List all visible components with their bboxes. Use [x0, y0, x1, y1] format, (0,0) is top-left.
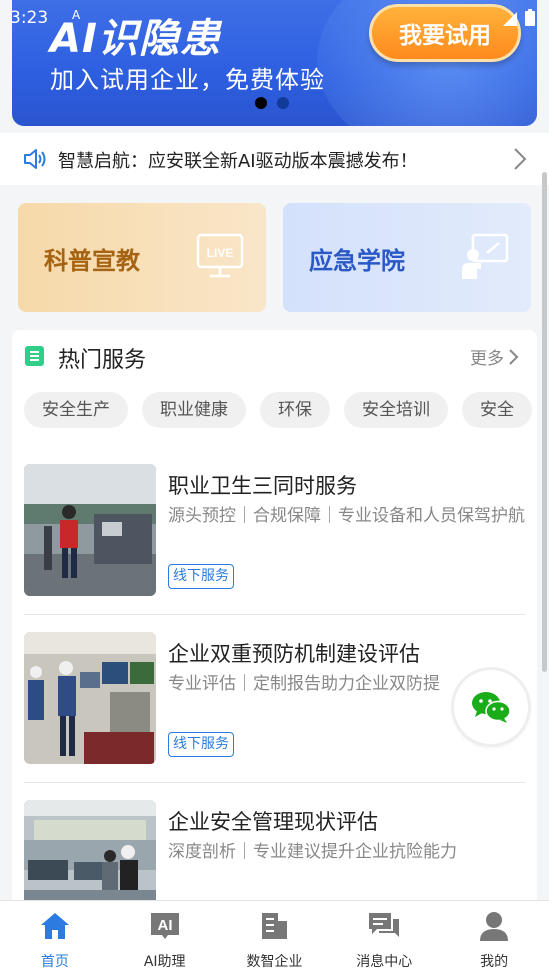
tab-ai-assistant[interactable]: AI AI助理: [110, 901, 220, 976]
banner-pagination: [255, 97, 289, 109]
service-desc: 专业评估｜定制报告助力企业双防提: [168, 674, 440, 694]
chevron-right-icon: [509, 348, 519, 365]
service-tag: 线下服务: [168, 732, 234, 757]
announcement-bar[interactable]: 智慧启航：应安联全新AI驱动版本震撼发布！: [0, 133, 549, 185]
card-label: 应急学院: [309, 247, 405, 275]
service-desc: 深度剖析｜专业建议提升企业抗险能力: [168, 842, 457, 862]
service-photo: [24, 464, 156, 596]
service-item[interactable]: 企业安全管理现状评估 深度剖析｜专业建议提升企业抗险能力: [24, 800, 526, 900]
speaker-icon: [24, 149, 46, 169]
svg-text:AI: AI: [157, 917, 172, 934]
teacher-board-icon: [462, 233, 509, 279]
more-link[interactable]: 更多: [470, 344, 519, 369]
service-tag: 线下服务: [168, 564, 234, 589]
building-icon: [262, 913, 288, 939]
service-name: 职业卫生三同时服务: [168, 474, 357, 498]
chip-safety-partial[interactable]: 安全: [462, 392, 532, 428]
status-bar: 3:23 A: [0, 0, 549, 36]
service-name: 企业安全管理现状评估: [168, 810, 378, 834]
tab-label: 首页: [40, 954, 69, 970]
tab-label: 我的: [480, 954, 509, 970]
hot-services-section: 热门服务 更多 安全生产 职业健康 环保 安全培训 安全 职业卫生三同时服务 源…: [12, 330, 537, 900]
status-time: 3:23: [10, 8, 49, 28]
emergency-academy-card[interactable]: 应急学院: [283, 203, 531, 312]
tab-profile[interactable]: 我的: [439, 901, 549, 976]
service-photo: [24, 800, 156, 900]
service-item[interactable]: 企业双重预防机制建设评估 专业评估｜定制报告助力企业双防提 线下服务: [24, 632, 526, 782]
service-name: 企业双重预防机制建设评估: [168, 642, 420, 666]
chip-environment[interactable]: 环保: [260, 392, 330, 428]
message-icon: [369, 913, 400, 937]
section-title: 热门服务: [58, 348, 147, 373]
service-desc: 源头预控｜合规保障｜专业设备和人员保驾护航: [168, 506, 525, 526]
category-chips: 安全生产 职业健康 环保 安全培训 安全: [24, 392, 532, 428]
divider: [24, 782, 526, 783]
chip-safety-production[interactable]: 安全生产: [24, 392, 128, 428]
scrollbar[interactable]: [542, 172, 547, 672]
banner-subtitle: 加入试用企业，免费体验: [50, 66, 325, 94]
tab-home[interactable]: 首页: [0, 901, 110, 976]
more-label: 更多: [470, 349, 504, 369]
chip-occupational-health[interactable]: 职业健康: [142, 392, 246, 428]
tab-label: 消息中心: [356, 954, 413, 970]
wechat-contact-button[interactable]: [454, 670, 528, 744]
tv-live-icon: LIVE: [196, 233, 244, 278]
tab-message-center[interactable]: 消息中心: [329, 901, 439, 976]
ai-icon: AI: [150, 913, 179, 939]
svg-text:LIVE: LIVE: [207, 246, 234, 260]
pagination-dot[interactable]: [277, 97, 289, 109]
list-icon: [25, 346, 44, 366]
bottom-tab-bar: 首页 AI AI助理 数智企业 消息中心 我的: [0, 900, 549, 976]
status-notification-icon: A: [72, 8, 81, 22]
tab-label: 数智企业: [246, 954, 303, 970]
card-label: 科普宣教: [44, 247, 140, 275]
science-education-card[interactable]: 科普宣教 LIVE: [18, 203, 266, 312]
wechat-icon: [472, 692, 511, 723]
divider: [24, 614, 526, 615]
chevron-right-icon[interactable]: [513, 147, 527, 171]
service-photo: [24, 632, 156, 764]
service-item[interactable]: 职业卫生三同时服务 源头预控｜合规保障｜专业设备和人员保驾护航 线下服务: [24, 464, 526, 614]
pagination-dot-active[interactable]: [255, 97, 267, 109]
tab-label: AI助理: [143, 954, 186, 970]
announcement-text: 智慧启航：应安联全新AI驱动版本震撼发布！: [58, 151, 418, 172]
tab-smart-enterprise[interactable]: 数智企业: [220, 901, 330, 976]
home-icon: [40, 913, 69, 939]
battery-signal-icon: [503, 9, 535, 26]
chip-safety-training[interactable]: 安全培训: [344, 392, 448, 428]
user-icon: [480, 912, 509, 941]
